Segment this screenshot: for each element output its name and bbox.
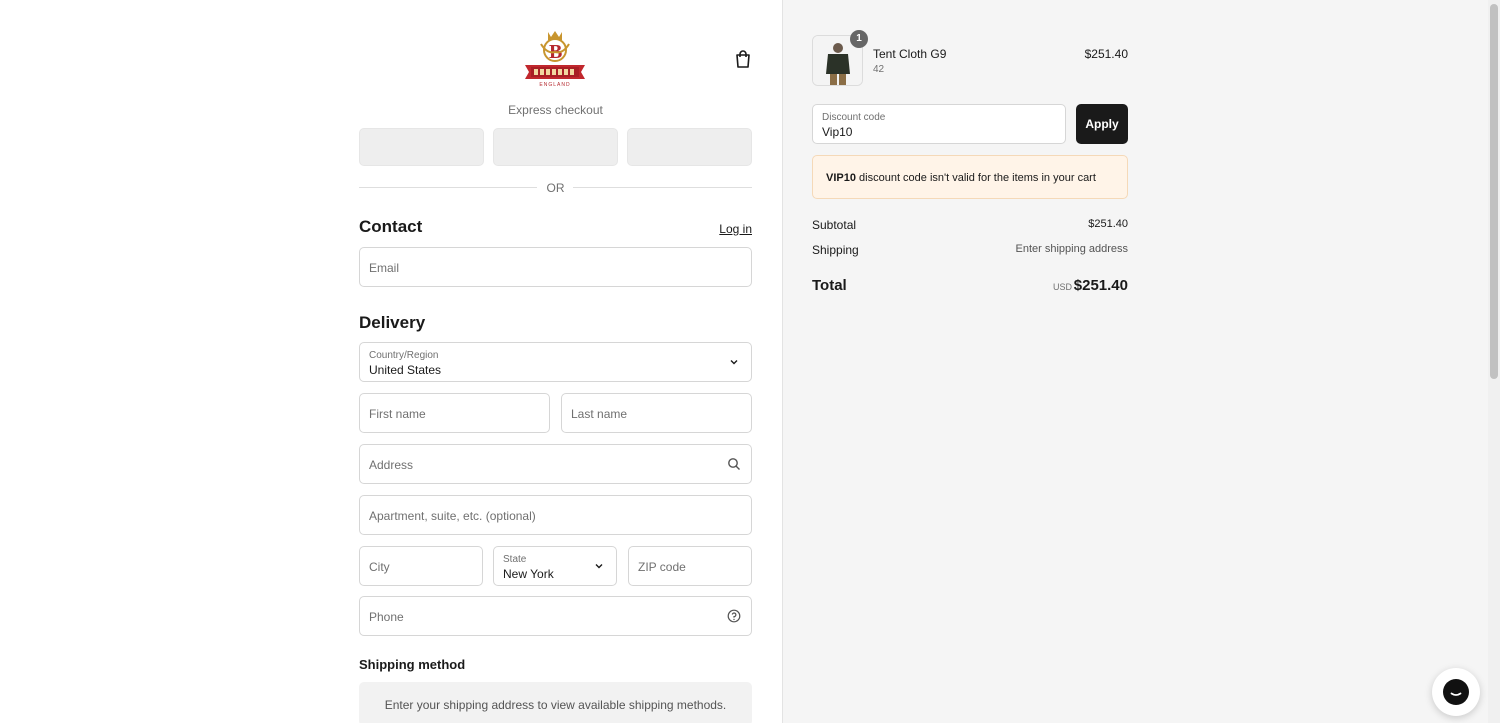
chat-icon <box>1443 679 1469 705</box>
country-select[interactable]: Country/Region United States <box>359 342 752 382</box>
page-scrollbar[interactable] <box>1488 0 1500 723</box>
city-placeholder: City <box>369 560 390 574</box>
shipping-method-heading: Shipping method <box>359 657 466 672</box>
help-icon[interactable] <box>727 609 741 623</box>
express-pay-button-3[interactable] <box>627 128 752 166</box>
state-select[interactable]: State New York <box>493 546 617 586</box>
total-currency: USD <box>1052 282 1072 292</box>
first-name-placeholder: First name <box>369 407 426 421</box>
state-label: State <box>503 554 527 565</box>
scrollbar-thumb[interactable] <box>1490 4 1498 379</box>
login-link[interactable]: Log in <box>700 222 752 236</box>
quantity-badge: 1 <box>850 30 868 48</box>
product-variant: 42 <box>873 64 885 75</box>
apartment-field[interactable]: Apartment, suite, etc. (optional) <box>359 495 752 535</box>
checkout-form-panel: B ENGLAND Express checkout OR Contact Lo… <box>0 0 782 723</box>
discount-error-alert: VIP10 discount code isn't valid for the … <box>812 155 1128 199</box>
store-logo[interactable]: B ENGLAND <box>521 28 589 90</box>
product-name: Tent Cloth G9 <box>873 47 947 61</box>
total-label: Total <box>812 277 847 294</box>
city-field[interactable]: City <box>359 546 483 586</box>
last-name-field[interactable]: Last name <box>561 393 752 433</box>
phone-field[interactable]: Phone <box>359 596 752 636</box>
address-field[interactable]: Address <box>359 444 752 484</box>
discount-error-message: discount code isn't valid for the items … <box>855 172 1096 184</box>
shipping-value: Enter shipping address <box>1015 243 1128 255</box>
product-price: $251.40 <box>1084 47 1128 61</box>
discount-code-value: Vip10 <box>822 125 853 139</box>
discount-code-label: Discount code <box>822 112 886 123</box>
discount-error-code: VIP10 <box>826 172 856 184</box>
express-checkout-label: Express checkout <box>508 103 603 117</box>
shopping-bag-icon[interactable] <box>733 49 753 69</box>
express-pay-button-2[interactable] <box>493 128 618 166</box>
express-pay-button-1[interactable] <box>359 128 484 166</box>
apply-discount-button[interactable]: Apply <box>1076 104 1128 144</box>
chevron-down-icon <box>727 355 741 369</box>
delivery-heading: Delivery <box>359 313 426 332</box>
shipping-method-placeholder-box: Enter your shipping address to view avai… <box>359 682 752 723</box>
last-name-placeholder: Last name <box>571 407 628 421</box>
email-placeholder: Email <box>369 261 400 275</box>
discount-code-field[interactable]: Discount code Vip10 <box>812 104 1066 144</box>
contact-heading: Contact <box>359 217 423 236</box>
or-divider: OR <box>359 180 752 196</box>
subtotal-value: $251.40 <box>1088 218 1128 230</box>
zip-field[interactable]: ZIP code <box>628 546 752 586</box>
subtotal-label: Subtotal <box>812 218 857 232</box>
apartment-placeholder: Apartment, suite, etc. (optional) <box>369 509 536 523</box>
country-label: Country/Region <box>369 350 439 361</box>
country-value: United States <box>369 363 442 377</box>
zip-placeholder: ZIP code <box>638 560 686 574</box>
address-placeholder: Address <box>369 458 414 472</box>
chevron-down-icon <box>592 559 606 573</box>
total-value: $251.40 <box>1073 277 1128 294</box>
phone-placeholder: Phone <box>369 610 404 624</box>
email-field[interactable]: Email <box>359 247 752 287</box>
first-name-field[interactable]: First name <box>359 393 550 433</box>
chat-widget-button[interactable] <box>1432 668 1480 716</box>
or-text: OR <box>546 181 565 195</box>
search-icon <box>727 457 741 471</box>
logo-subtext: ENGLAND <box>539 82 571 88</box>
shipping-method-message: Enter your shipping address to view avai… <box>384 698 727 712</box>
state-value: New York <box>503 567 554 581</box>
shipping-label: Shipping <box>812 243 859 257</box>
